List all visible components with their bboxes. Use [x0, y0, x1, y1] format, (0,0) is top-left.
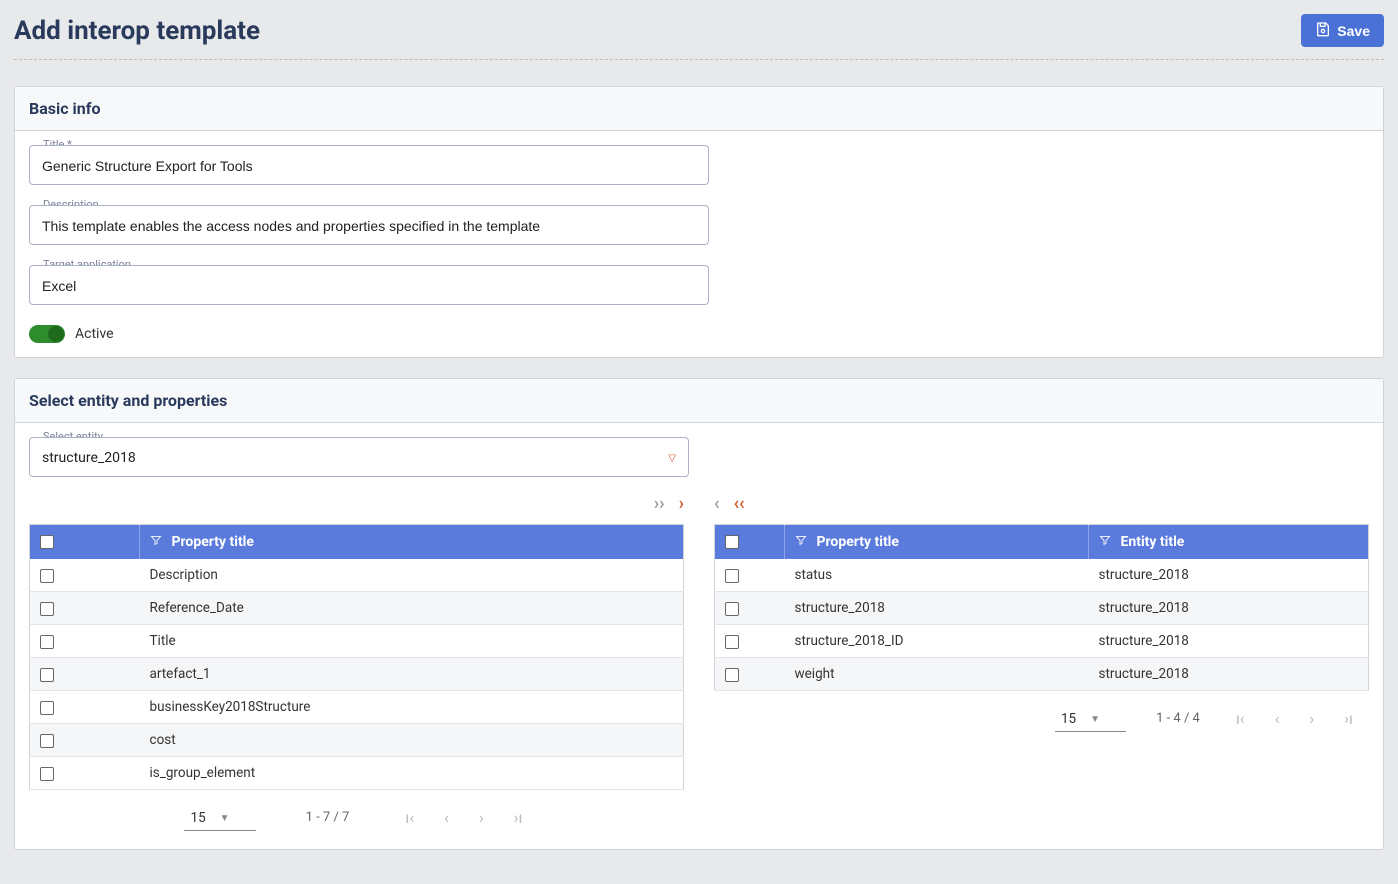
left-page-range: 1 - 7 / 7	[306, 810, 350, 825]
move-all-right-icon[interactable]: ››	[654, 493, 665, 514]
right-page-range: 1 - 4 / 4	[1156, 711, 1200, 726]
col-property-title: Property title	[816, 534, 898, 550]
entity-cell: structure_2018	[1089, 592, 1369, 625]
table-row: weightstructure_2018	[715, 658, 1369, 691]
last-page-button[interactable]: ›ı	[1338, 709, 1359, 728]
target-app-field[interactable]	[29, 265, 709, 305]
chevron-down-icon: ▼	[1090, 714, 1100, 725]
active-label: Active	[75, 326, 114, 342]
basic-info-heading: Basic info	[15, 87, 1383, 131]
property-cell: weight	[785, 658, 1089, 691]
entity-cell: structure_2018	[1089, 559, 1369, 592]
move-left-icon[interactable]: ‹	[714, 493, 720, 514]
table-row: statusstructure_2018	[715, 559, 1369, 592]
filter-icon[interactable]	[1099, 534, 1111, 550]
filter-icon[interactable]	[150, 534, 162, 550]
col-entity-title: Entity title	[1120, 534, 1184, 550]
table-row: is_group_element	[30, 757, 684, 790]
property-cell: Reference_Date	[140, 592, 684, 625]
row-checkbox[interactable]	[40, 767, 54, 781]
row-checkbox[interactable]	[725, 635, 739, 649]
prev-page-button[interactable]: ‹	[438, 808, 455, 827]
save-icon	[1315, 21, 1331, 40]
first-page-button[interactable]: ı‹	[1230, 709, 1251, 728]
table-row: artefact_1	[30, 658, 684, 691]
title-field[interactable]	[29, 145, 709, 185]
table-row: cost	[30, 724, 684, 757]
row-checkbox[interactable]	[725, 668, 739, 682]
select-all-checkbox[interactable]	[725, 535, 739, 549]
property-cell: artefact_1	[140, 658, 684, 691]
save-button[interactable]: Save	[1301, 14, 1384, 47]
property-cell: businessKey2018Structure	[140, 691, 684, 724]
property-cell: Description	[140, 559, 684, 592]
next-page-button[interactable]: ›	[473, 808, 490, 827]
next-page-button[interactable]: ›	[1303, 709, 1320, 728]
row-checkbox[interactable]	[40, 635, 54, 649]
row-checkbox[interactable]	[40, 734, 54, 748]
chevron-down-icon: ▽	[668, 453, 676, 464]
select-entity-heading: Select entity and properties	[15, 379, 1383, 423]
basic-info-panel: Basic info Title * Description Target ap…	[14, 86, 1384, 358]
property-cell: cost	[140, 724, 684, 757]
property-cell: status	[785, 559, 1089, 592]
col-property-title: Property title	[171, 534, 253, 550]
last-page-button[interactable]: ›ı	[508, 808, 529, 827]
right-pager: 15▼ 1 - 4 / 4 ı‹ ‹ › ›ı	[714, 691, 1369, 736]
table-row: Title	[30, 625, 684, 658]
property-cell: structure_2018	[785, 592, 1089, 625]
left-page-size[interactable]: 15▼	[184, 804, 255, 831]
table-row: structure_2018_IDstructure_2018	[715, 625, 1369, 658]
prev-page-button[interactable]: ‹	[1269, 709, 1286, 728]
row-checkbox[interactable]	[40, 701, 54, 715]
description-field[interactable]	[29, 205, 709, 245]
page-header: Add interop template Save	[14, 14, 1384, 60]
available-properties-table: Property title DescriptionReference_Date…	[29, 524, 684, 790]
entity-cell: structure_2018	[1089, 658, 1369, 691]
property-cell: is_group_element	[140, 757, 684, 790]
select-entity-value: structure_2018	[42, 450, 136, 466]
row-checkbox[interactable]	[40, 668, 54, 682]
table-row: Description	[30, 559, 684, 592]
selected-properties-table: Property title Entity title statusstruct…	[714, 524, 1369, 691]
page-title: Add interop template	[14, 16, 260, 46]
select-entity-dropdown[interactable]: structure_2018 ▽	[29, 437, 689, 477]
property-cell: Title	[140, 625, 684, 658]
row-checkbox[interactable]	[725, 602, 739, 616]
table-row: Reference_Date	[30, 592, 684, 625]
select-all-checkbox[interactable]	[40, 535, 54, 549]
right-page-size[interactable]: 15▼	[1055, 705, 1126, 732]
filter-icon[interactable]	[795, 534, 807, 550]
row-checkbox[interactable]	[725, 569, 739, 583]
first-page-button[interactable]: ı‹	[399, 808, 420, 827]
active-toggle[interactable]	[29, 325, 65, 343]
property-cell: structure_2018_ID	[785, 625, 1089, 658]
row-checkbox[interactable]	[40, 569, 54, 583]
entity-cell: structure_2018	[1089, 625, 1369, 658]
select-entity-panel: Select entity and properties Select enti…	[14, 378, 1384, 850]
move-right-icon[interactable]: ›	[679, 493, 684, 514]
table-row: businessKey2018Structure	[30, 691, 684, 724]
row-checkbox[interactable]	[40, 602, 54, 616]
move-all-left-icon[interactable]: ‹‹	[734, 493, 745, 514]
left-pager: 15▼ 1 - 7 / 7 ı‹ ‹ › ›ı	[29, 790, 684, 835]
save-button-label: Save	[1337, 23, 1370, 39]
chevron-down-icon: ▼	[220, 813, 230, 824]
table-row: structure_2018structure_2018	[715, 592, 1369, 625]
